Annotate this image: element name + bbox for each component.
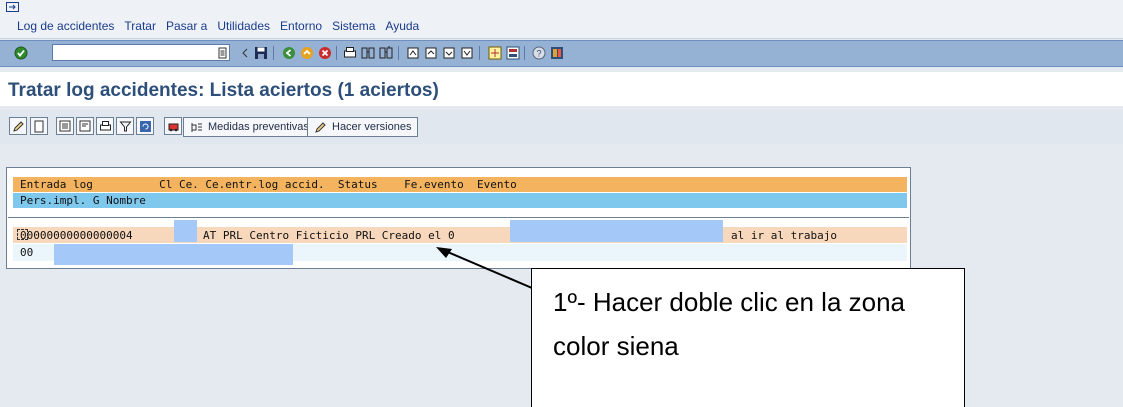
instruction-text: 1º- Hacer doble clic en la zona color si…	[553, 287, 906, 361]
